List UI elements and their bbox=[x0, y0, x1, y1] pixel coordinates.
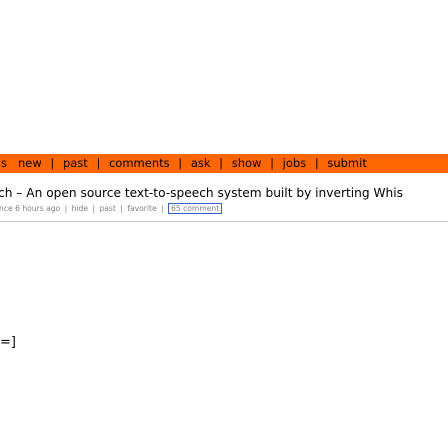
nav-past-link[interactable]: past bbox=[63, 156, 88, 170]
nav-separator: | bbox=[96, 156, 101, 170]
comments-link-label: 65 comment bbox=[171, 204, 220, 214]
past-link[interactable]: past bbox=[99, 204, 115, 213]
subtext-separator: | bbox=[120, 204, 123, 213]
story-title-link[interactable]: ch – An open source text-to-speech syste… bbox=[0, 185, 448, 201]
nav-site-name[interactable]: s bbox=[1, 156, 7, 170]
nav-separator: | bbox=[314, 156, 319, 170]
bottom-bracket-text: =] bbox=[0, 335, 16, 350]
story-age[interactable]: nce 6 hours ago bbox=[0, 204, 60, 213]
top-navbar: s new | past | comments | ask | show | j… bbox=[0, 154, 448, 173]
nav-jobs-link[interactable]: jobs bbox=[283, 156, 307, 170]
nav-submit-link[interactable]: submit bbox=[327, 156, 367, 170]
comments-link[interactable]: 65 comment bbox=[168, 203, 223, 214]
content-divider bbox=[0, 221, 448, 222]
nav-separator: | bbox=[178, 156, 183, 170]
favorite-link[interactable]: favorite bbox=[127, 204, 156, 213]
nav-ask-link[interactable]: ask bbox=[191, 156, 211, 170]
navbar-links: s new | past | comments | ask | show | j… bbox=[0, 154, 448, 173]
nav-separator: | bbox=[270, 156, 274, 170]
nav-comments-link[interactable]: comments bbox=[109, 156, 170, 170]
hide-link[interactable]: hide bbox=[72, 204, 88, 213]
nav-new-link[interactable]: new bbox=[18, 156, 42, 170]
subtext-separator: | bbox=[92, 204, 96, 213]
story-item: ch – An open source text-to-speech syste… bbox=[0, 185, 448, 214]
nav-show-link[interactable]: show bbox=[232, 156, 262, 170]
nav-separator: | bbox=[50, 156, 55, 170]
story-subtext: nce 6 hours ago | hide | past | favorite… bbox=[0, 203, 448, 214]
nav-spacer bbox=[11, 156, 15, 170]
page: s new | past | comments | ask | show | j… bbox=[0, 0, 448, 448]
subtext-separator: | bbox=[64, 204, 68, 213]
subtext-separator: | bbox=[161, 204, 164, 213]
nav-separator: | bbox=[219, 156, 224, 170]
